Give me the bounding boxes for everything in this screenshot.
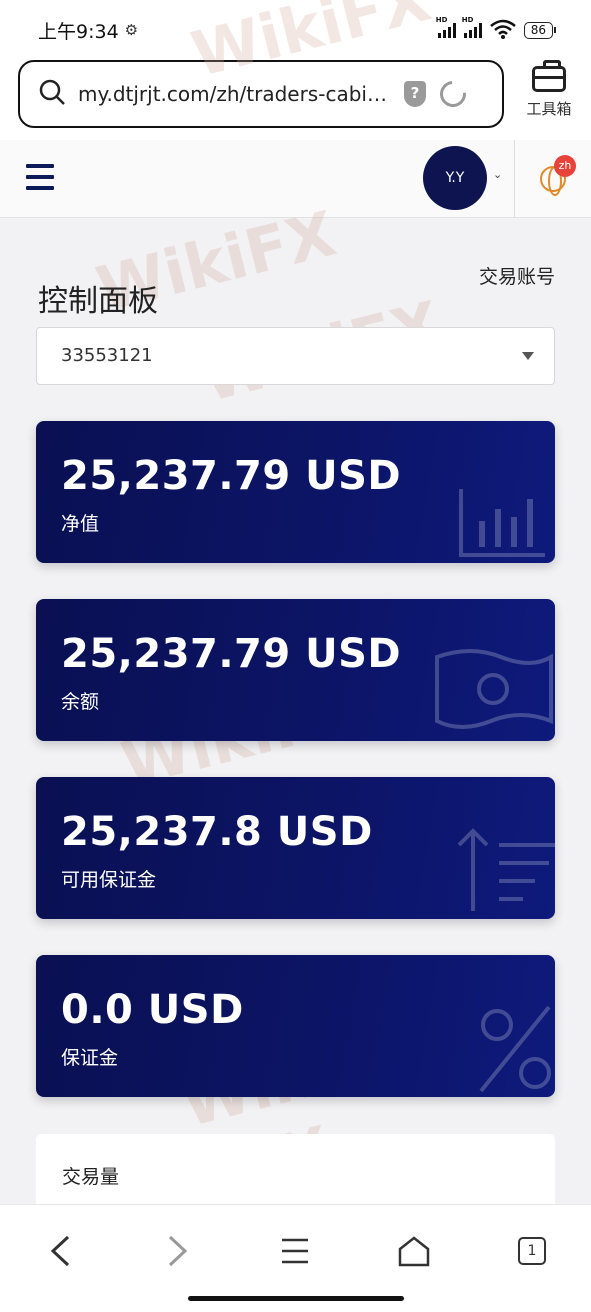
card-label: 余额 <box>61 691 100 713</box>
header-divider <box>514 140 515 218</box>
bar-chart-icon <box>457 469 549 561</box>
address-bar[interactable]: my.dtjrjt.com/zh/traders-cabi… ? <box>18 60 504 128</box>
settings-gear-icon: ⚙ <box>124 21 139 39</box>
home-button[interactable] <box>392 1229 436 1273</box>
search-icon <box>38 78 66 110</box>
tab-count: 1 <box>518 1237 546 1265</box>
status-icons: HD HD 86 <box>436 16 557 42</box>
page-title: 控制面板 <box>38 284 158 319</box>
browser-toolbar: my.dtjrjt.com/zh/traders-cabi… ? 工具箱 <box>0 60 591 140</box>
wifi-icon <box>489 19 516 42</box>
forward-arrow-icon <box>168 1235 188 1267</box>
list-menu-icon <box>282 1238 308 1264</box>
status-bar: 上午9:34 ⚙ HD HD 86 <box>0 0 591 60</box>
forward-button[interactable] <box>156 1229 200 1273</box>
battery-indicator: 86 <box>523 21 557 39</box>
shield-icon[interactable]: ? <box>404 81 426 107</box>
card-label: 保证金 <box>61 1047 119 1069</box>
toolbox-button[interactable]: 工具箱 <box>523 60 575 119</box>
card-value: 25,237.79 USD <box>61 631 402 677</box>
equity-card: 25,237.79 USD 净值 <box>36 421 555 563</box>
back-button[interactable] <box>38 1229 82 1273</box>
clock: 上午9:34 <box>38 20 119 43</box>
selected-account: 33553121 <box>61 345 153 366</box>
toolbox-icon <box>532 60 566 92</box>
chevron-down-icon[interactable]: ⌄ <box>493 168 502 181</box>
tabs-button[interactable]: 1 <box>510 1229 554 1273</box>
volume-label: 交易量 <box>62 1166 120 1188</box>
trading-volume-panel: 交易量 <box>36 1134 555 1214</box>
avatar[interactable]: Y.Y <box>423 146 487 210</box>
home-indicator[interactable] <box>188 1296 404 1301</box>
reload-icon[interactable] <box>434 75 472 113</box>
site-header: Y.Y ⌄ zh <box>0 140 591 218</box>
home-icon <box>398 1236 430 1267</box>
balance-card: 25,237.79 USD 余额 <box>36 599 555 741</box>
card-label: 净值 <box>61 513 100 535</box>
signal-icon: HD <box>436 16 456 38</box>
language-badge[interactable]: zh <box>554 155 576 177</box>
card-label: 可用保证金 <box>61 869 157 891</box>
url-text[interactable]: my.dtjrjt.com/zh/traders-cabi… <box>78 82 388 106</box>
card-value: 25,237.8 USD <box>61 809 373 855</box>
card-value: 0.0 USD <box>61 987 244 1033</box>
menu-button[interactable] <box>273 1229 317 1273</box>
card-value: 25,237.79 USD <box>61 453 402 499</box>
back-arrow-icon <box>50 1235 70 1267</box>
dropdown-arrow-icon <box>522 352 534 360</box>
signal-icon: HD <box>462 16 482 38</box>
margin-card: 0.0 USD 保证金 <box>36 955 555 1097</box>
free-margin-card: 25,237.8 USD 可用保证金 <box>36 777 555 919</box>
banknote-icon <box>431 637 555 733</box>
trade-accounts-link[interactable]: 交易账号 <box>479 262 555 289</box>
toolbox-label: 工具箱 <box>526 100 572 118</box>
menu-icon[interactable] <box>26 164 54 190</box>
percent-icon <box>475 1001 555 1097</box>
sort-arrow-icon <box>455 825 555 915</box>
account-select[interactable]: 33553121 <box>36 327 555 385</box>
